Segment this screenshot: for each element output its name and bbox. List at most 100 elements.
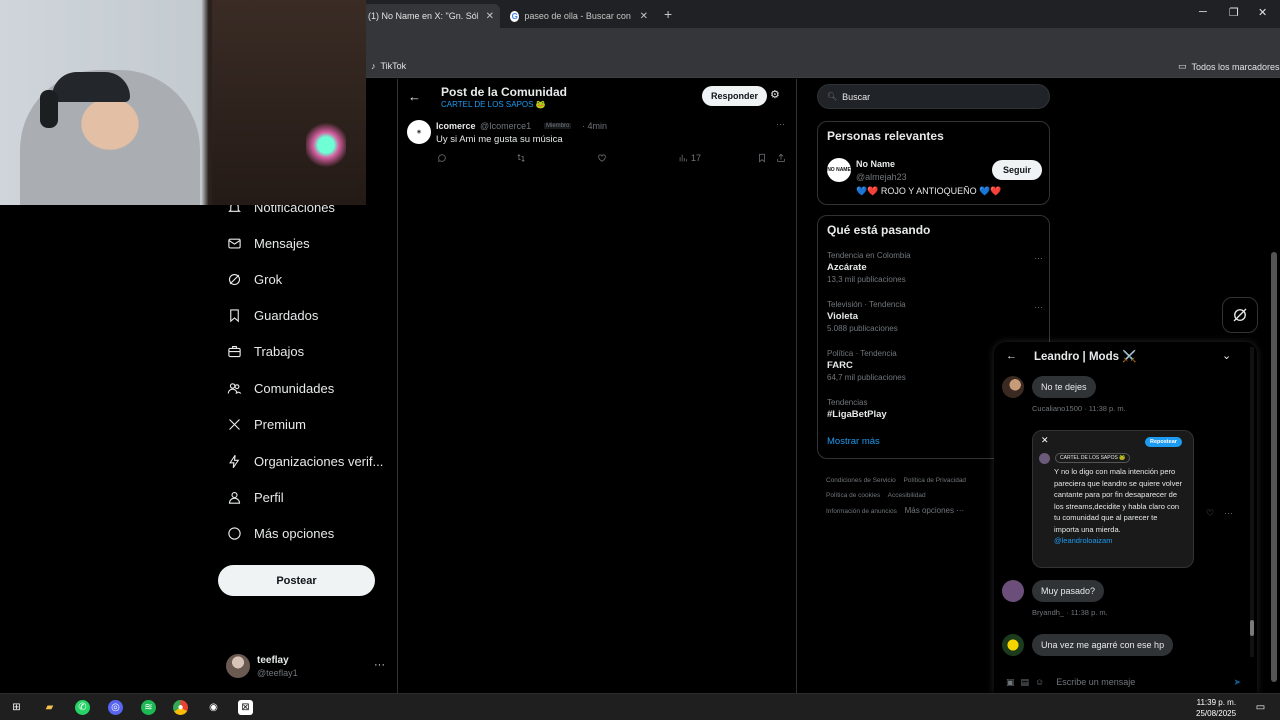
footer-link[interactable]: Información de anuncios xyxy=(826,508,897,515)
close-icon[interactable]: ✕ xyxy=(486,11,494,22)
avatar[interactable] xyxy=(1002,580,1024,602)
tweet-avatar[interactable]: ◉ xyxy=(407,120,431,144)
whatsapp-icon[interactable]: ✆ xyxy=(75,700,90,715)
image-icon[interactable]: ▣ xyxy=(1006,677,1015,688)
reply-button[interactable]: Responder xyxy=(702,86,768,106)
post-button[interactable]: Postear xyxy=(218,565,375,596)
bookmark-icon xyxy=(226,307,242,323)
nav-more-options[interactable]: Más opciones xyxy=(226,525,334,541)
obs-icon[interactable]: ◉ xyxy=(206,700,221,715)
browser-tab-x[interactable]: (1) No Name en X: "Gn. Sólo te ✕ xyxy=(362,4,500,28)
nav-label: Organizaciones verif... xyxy=(254,453,384,469)
app-icon[interactable]: ⊠ xyxy=(238,700,253,715)
react-icon[interactable]: ♡ xyxy=(1206,508,1214,519)
maximize-icon[interactable]: ❐ xyxy=(1229,6,1239,19)
back-arrow-icon[interactable]: ← xyxy=(1006,350,1017,362)
windows-start-icon[interactable]: ⊞ xyxy=(9,700,24,715)
nav-profile[interactable]: Perfil xyxy=(226,489,284,505)
close-window-icon[interactable]: ✕ xyxy=(1258,6,1267,19)
shared-post-body: Y no lo digo con mala intención pero par… xyxy=(1054,467,1182,534)
nav-verified-orgs[interactable]: Organizaciones verif... xyxy=(226,453,383,469)
more-icon[interactable]: ··· xyxy=(1224,508,1233,518)
shared-post[interactable]: ✕ Repostear CARTEL DE LOS SAPOS 🐸 Y no l… xyxy=(1032,430,1194,568)
tweet-text: Uy si Ami me gusta su música xyxy=(436,134,563,145)
nav-bookmarks[interactable]: Guardados xyxy=(226,307,318,323)
nav-grok[interactable]: Grok xyxy=(226,271,282,287)
tweet-time[interactable]: · 4min xyxy=(582,121,607,131)
file-explorer-icon[interactable]: ▰ xyxy=(42,700,57,715)
bookmark-label: Todos los marcadores xyxy=(1191,61,1280,72)
tweet-author-name[interactable]: Icomerce xyxy=(436,121,476,131)
emoji-icon[interactable]: ☺ xyxy=(1035,677,1044,687)
card-title: Qué está pasando xyxy=(827,223,931,237)
follow-button[interactable]: Seguir xyxy=(992,160,1042,180)
more-icon[interactable]: ··· xyxy=(1034,302,1043,312)
more-circle-icon xyxy=(226,525,242,541)
trend-item[interactable]: Política · Tendencia FARC 64,7 mil publi… xyxy=(827,349,906,382)
avatar[interactable] xyxy=(1002,376,1024,398)
back-arrow-icon[interactable]: ← xyxy=(408,89,421,104)
gif-icon[interactable]: ▤ xyxy=(1021,677,1030,688)
user-handle[interactable]: @almejah23 xyxy=(856,172,907,182)
briefcase-icon xyxy=(226,343,242,359)
minimize-icon[interactable]: ─ xyxy=(1199,6,1207,18)
chat-scrollbar-thumb[interactable] xyxy=(1250,620,1254,636)
share-icon[interactable] xyxy=(776,153,786,163)
trend-item[interactable]: Tendencia en Colombia Azcárate 13,3 mil … xyxy=(827,251,911,284)
message-bubble: Una vez me agarré con ese hp xyxy=(1032,634,1174,656)
more-icon[interactable]: ··· xyxy=(1034,253,1043,263)
spotify-icon[interactable]: ≋ xyxy=(141,700,156,715)
footer-link[interactable]: Más opciones ··· xyxy=(905,506,965,515)
new-tab-icon[interactable]: + xyxy=(664,6,672,22)
more-icon[interactable]: ··· xyxy=(776,119,785,129)
main-column: ← Post de la Comunidad CARTEL DE LOS SAP… xyxy=(397,79,797,693)
account-switcher[interactable]: teeflay @teeflay1 xyxy=(226,654,298,678)
reply-icon[interactable] xyxy=(437,153,447,163)
send-icon[interactable]: ➤ xyxy=(1233,677,1241,688)
bookmark-tiktok[interactable]: ♪ TikTok xyxy=(371,61,406,71)
all-bookmarks[interactable]: ▭ Todos los marcadores xyxy=(1178,61,1280,72)
collapse-icon[interactable]: ⌄ xyxy=(1222,349,1231,362)
folder-icon: ▭ xyxy=(1178,61,1187,71)
nav-messages[interactable]: Mensajes xyxy=(226,235,310,251)
footer-link[interactable]: Política de cookies xyxy=(826,492,880,499)
nav-jobs[interactable]: Trabajos xyxy=(226,343,304,359)
avatar[interactable]: NO NAME xyxy=(827,158,851,182)
nav-label: Mensajes xyxy=(254,235,310,251)
bookmark-icon[interactable] xyxy=(757,153,767,163)
notifications-icon[interactable]: ▭ xyxy=(1253,700,1268,715)
system-clock[interactable]: 11:39 p. m. 25/08/2025 xyxy=(1196,697,1236,719)
close-icon[interactable]: ✕ xyxy=(640,11,648,22)
nav-premium[interactable]: Premium xyxy=(226,416,306,432)
views-stat[interactable]: 17 xyxy=(678,153,701,163)
nav-communities[interactable]: Comunidades xyxy=(226,380,334,396)
discord-icon[interactable]: ◎ xyxy=(108,700,123,715)
avatar[interactable] xyxy=(1002,634,1024,656)
nav-label: Premium xyxy=(254,416,307,432)
show-more-link[interactable]: Mostrar más xyxy=(827,436,880,447)
search-input[interactable]: 🔍︎ Buscar xyxy=(817,84,1050,109)
page-scrollbar[interactable] xyxy=(1271,252,1277,682)
trend-item[interactable]: Televisión · Tendencia Violeta 5.088 pub… xyxy=(827,300,906,333)
footer-link[interactable]: Política de Privacidad xyxy=(904,477,967,484)
heart-icon[interactable] xyxy=(597,153,607,163)
more-icon[interactable]: ··· xyxy=(374,659,385,671)
chat-scrollbar[interactable] xyxy=(1250,347,1254,657)
browser-tab-google[interactable]: G paseo de olla - Buscar con Goo ✕ xyxy=(504,4,654,28)
footer-link[interactable]: Accesibilidad xyxy=(888,492,926,499)
close-icon[interactable]: ✕ xyxy=(1041,435,1049,446)
message-input[interactable]: ▣ ▤ ☺ Escribe un mensaje ➤ xyxy=(1000,672,1251,692)
user-name[interactable]: No Name xyxy=(856,159,895,169)
trend-item[interactable]: Tendencias #LigaBetPlay xyxy=(827,398,887,420)
mention-link[interactable]: @leandroloaizam xyxy=(1054,536,1112,545)
chrome-icon[interactable]: ● xyxy=(173,700,188,715)
webcam-light xyxy=(306,120,346,170)
footer-link[interactable]: Condiciones de Servicio xyxy=(826,477,896,484)
retweet-icon[interactable] xyxy=(516,153,526,163)
repost-button[interactable]: Repostear xyxy=(1145,437,1182,447)
webcam-background xyxy=(212,0,366,205)
grok-button[interactable] xyxy=(1222,297,1258,333)
sliders-icon[interactable]: ⚙ xyxy=(770,88,780,101)
tweet-author-handle[interactable]: @Icomerce1 xyxy=(480,121,531,131)
community-link[interactable]: CARTEL DE LOS SAPOS 🐸 xyxy=(441,100,546,109)
